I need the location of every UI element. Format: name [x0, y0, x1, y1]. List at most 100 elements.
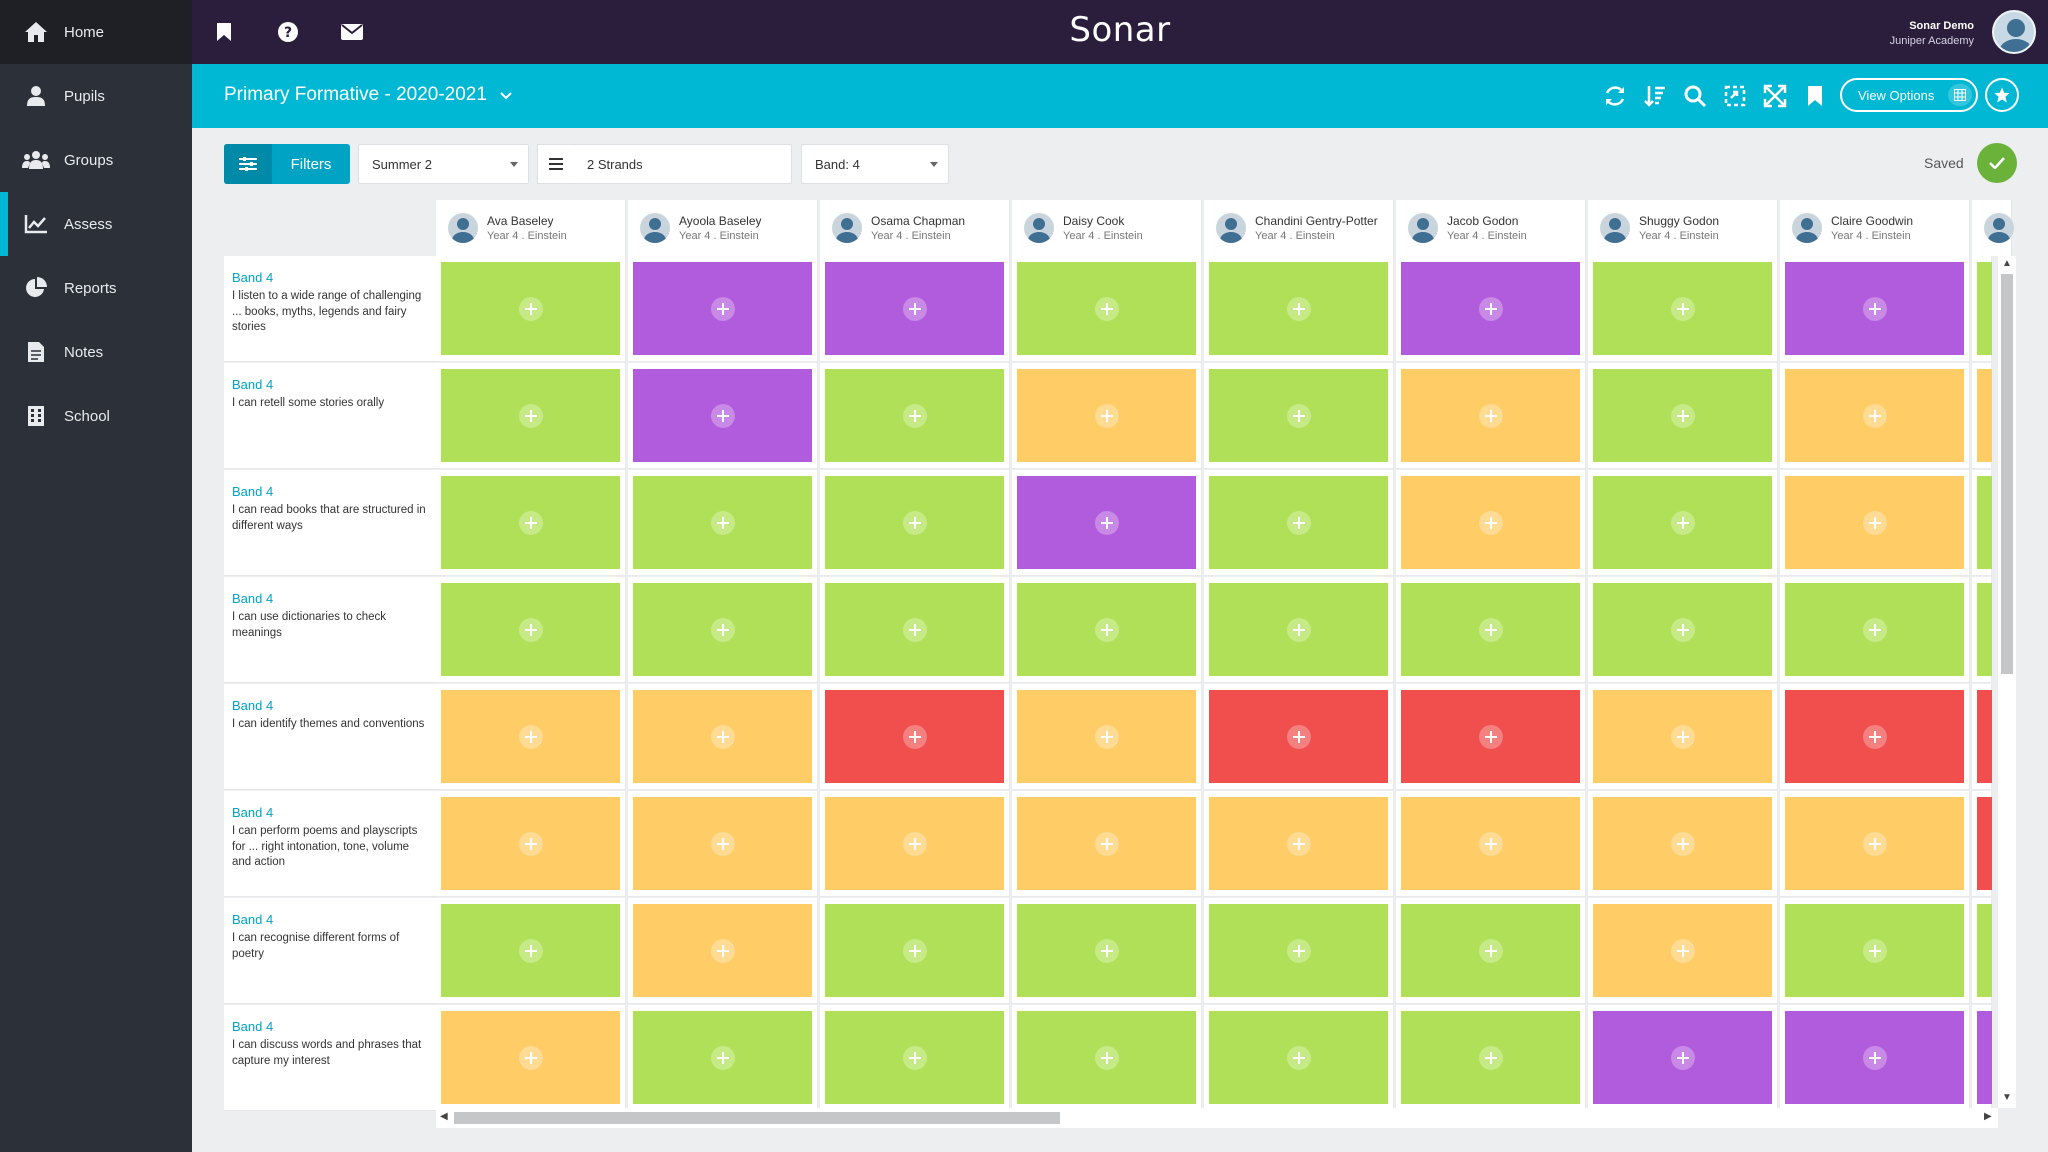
assessment-cell[interactable]: [441, 904, 620, 997]
pupil-header[interactable]: Chandini Gentry-Potter Year 4 . Einstein: [1204, 200, 1394, 256]
assessment-cell[interactable]: [441, 476, 620, 569]
assessment-cell[interactable]: [1017, 904, 1196, 997]
assessment-cell[interactable]: [1017, 369, 1196, 462]
assessment-cell[interactable]: [1977, 583, 1992, 676]
assessment-cell[interactable]: [441, 1011, 620, 1104]
assessment-cell[interactable]: [441, 262, 620, 355]
assessment-cell[interactable]: [633, 262, 812, 355]
assessment-cell[interactable]: [1209, 369, 1388, 462]
pupil-header[interactable]: Ava Baseley Year 4 . Einstein: [436, 200, 626, 256]
sort-icon[interactable]: [1641, 82, 1669, 110]
pupil-header[interactable]: Shuggy Godon Year 4 . Einstein: [1588, 200, 1778, 256]
user-avatar[interactable]: [1992, 10, 2036, 54]
assessment-cell[interactable]: [1401, 690, 1580, 783]
assessment-cell[interactable]: [825, 369, 1004, 462]
sidebar-item-pupils[interactable]: Pupils: [0, 64, 192, 128]
scrollbar-thumb[interactable]: [2001, 274, 2013, 674]
band-select[interactable]: Band: 4: [801, 144, 949, 184]
assessment-cell[interactable]: [1593, 797, 1772, 890]
sidebar-item-school[interactable]: School: [0, 384, 192, 448]
scroll-right-icon[interactable]: ▶: [1984, 1111, 1992, 1122]
pupil-header[interactable]: [1972, 200, 2014, 256]
assessment-cell[interactable]: [633, 476, 812, 569]
view-options-button[interactable]: View Options: [1840, 78, 1978, 112]
pupil-header[interactable]: Jacob Godon Year 4 . Einstein: [1396, 200, 1586, 256]
bookmark-icon[interactable]: [1801, 82, 1829, 110]
assessment-cell[interactable]: [1785, 583, 1964, 676]
assessment-cell[interactable]: [1977, 797, 1992, 890]
strand-band[interactable]: Band 4: [232, 270, 428, 286]
strand-band[interactable]: Band 4: [232, 377, 428, 393]
assessment-cell[interactable]: [1017, 1011, 1196, 1104]
assessment-cell[interactable]: [1401, 797, 1580, 890]
assessment-cell[interactable]: [1593, 262, 1772, 355]
refresh-icon[interactable]: [1601, 82, 1629, 110]
assessment-cell[interactable]: [1977, 262, 1992, 355]
assessment-cell[interactable]: [1593, 690, 1772, 783]
assessment-cell[interactable]: [441, 583, 620, 676]
assessment-cell[interactable]: [825, 583, 1004, 676]
assessment-cell[interactable]: [1977, 476, 1992, 569]
assessment-cell[interactable]: [1401, 476, 1580, 569]
strand-band[interactable]: Band 4: [232, 698, 428, 714]
assessment-cell[interactable]: [1785, 369, 1964, 462]
assessment-cell[interactable]: [1785, 797, 1964, 890]
select-area-icon[interactable]: [1721, 82, 1749, 110]
term-select[interactable]: Summer 2: [358, 144, 529, 184]
strand-band[interactable]: Band 4: [232, 805, 428, 821]
assessment-cell[interactable]: [633, 797, 812, 890]
strand-band[interactable]: Band 4: [232, 484, 428, 500]
search-icon[interactable]: [1681, 82, 1709, 110]
assessment-cell[interactable]: [441, 797, 620, 890]
assessment-cell[interactable]: [1017, 583, 1196, 676]
assessment-cell[interactable]: [1209, 690, 1388, 783]
list-icon[interactable]: [537, 144, 575, 184]
sidebar-item-reports[interactable]: Reports: [0, 256, 192, 320]
assessment-cell[interactable]: [1209, 262, 1388, 355]
assessment-cell[interactable]: [1209, 476, 1388, 569]
sidebar-item-home[interactable]: Home: [0, 0, 192, 64]
assessment-cell[interactable]: [825, 797, 1004, 890]
assessment-cell[interactable]: [633, 690, 812, 783]
scroll-up-icon[interactable]: ▲: [2002, 258, 2012, 269]
assessment-cell[interactable]: [1785, 262, 1964, 355]
assessment-cell[interactable]: [1209, 583, 1388, 676]
assessment-cell[interactable]: [1977, 904, 1992, 997]
assessment-cell[interactable]: [825, 690, 1004, 783]
assessment-cell[interactable]: [633, 369, 812, 462]
scroll-down-icon[interactable]: ▼: [2002, 1092, 2012, 1103]
pupil-header[interactable]: Claire Goodwin Year 4 . Einstein: [1780, 200, 1970, 256]
assessment-cell[interactable]: [1209, 1011, 1388, 1104]
assessment-cell[interactable]: [1401, 262, 1580, 355]
assessment-cell[interactable]: [1593, 1011, 1772, 1104]
assessment-cell[interactable]: [1209, 904, 1388, 997]
sidebar-item-groups[interactable]: Groups: [0, 128, 192, 192]
check-icon[interactable]: [1977, 143, 2017, 183]
assessment-cell[interactable]: [1785, 904, 1964, 997]
scrollbar-thumb[interactable]: [454, 1112, 1060, 1124]
assessment-cell[interactable]: [1593, 369, 1772, 462]
strands-select[interactable]: 2 Strands: [574, 144, 792, 184]
assessment-cell[interactable]: [1593, 583, 1772, 676]
strand-band[interactable]: Band 4: [232, 912, 428, 928]
assessment-cell[interactable]: [1977, 1011, 1992, 1104]
assessment-cell[interactable]: [1017, 476, 1196, 569]
assessment-cell[interactable]: [441, 690, 620, 783]
assessment-cell[interactable]: [1785, 1011, 1964, 1104]
assessment-cell[interactable]: [1401, 583, 1580, 676]
assessment-cell[interactable]: [1017, 262, 1196, 355]
assessment-cell[interactable]: [1017, 797, 1196, 890]
assessment-cell[interactable]: [1401, 904, 1580, 997]
assessment-selector[interactable]: Primary Formative - 2020-2021: [224, 84, 512, 106]
assessment-cell[interactable]: [633, 583, 812, 676]
filters-button[interactable]: Filters: [224, 144, 350, 184]
assessment-cell[interactable]: [633, 1011, 812, 1104]
strand-band[interactable]: Band 4: [232, 591, 428, 607]
assessment-cell[interactable]: [1593, 476, 1772, 569]
assessment-cell[interactable]: [1977, 690, 1992, 783]
assessment-cell[interactable]: [825, 262, 1004, 355]
horizontal-scrollbar[interactable]: ◀ ▶: [436, 1108, 1998, 1128]
star-icon[interactable]: [1985, 78, 2019, 112]
assessment-cell[interactable]: [1401, 1011, 1580, 1104]
pupil-header[interactable]: Ayoola Baseley Year 4 . Einstein: [628, 200, 818, 256]
